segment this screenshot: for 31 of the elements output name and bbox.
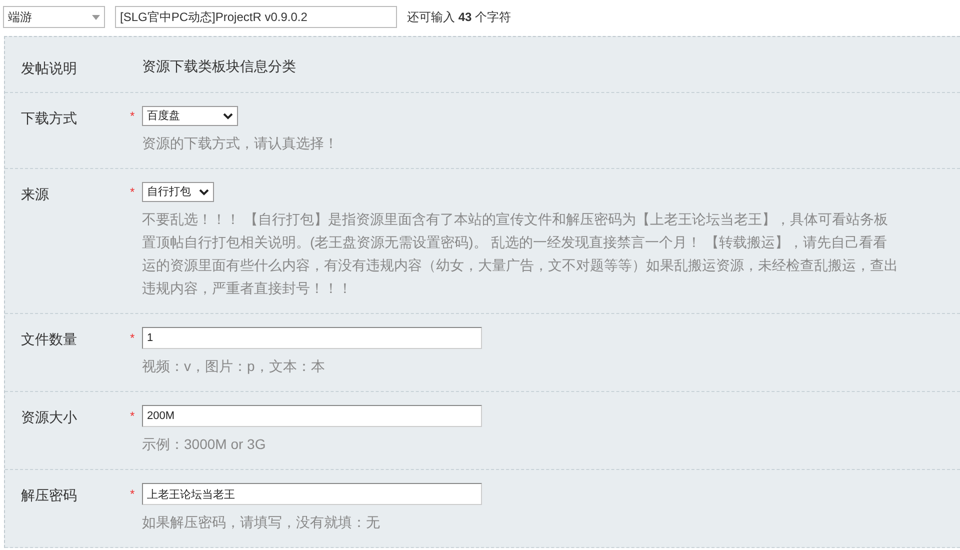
text-input[interactable]: 200M xyxy=(142,405,482,427)
required-mark: * xyxy=(130,185,135,199)
character-counter: 还可输入 43 个字符 xyxy=(407,9,512,26)
hint-text: 违规内容，严重者直接封号！！！ xyxy=(142,279,353,298)
required-mark: * xyxy=(130,487,135,501)
hint-text: 运的资源里面有些什么内容，有没有违规内容（幼女，大量广告，文不对题等等）如果乱搬运资源，未经检查乱搬运，查出 xyxy=(142,256,898,275)
hint-text: 示例：3000M or 3G xyxy=(142,435,267,454)
title-input[interactable]: [SLG官中PC动态]ProjectR v0.9.0.2 xyxy=(115,6,397,28)
required-mark: * xyxy=(130,409,135,423)
required-mark: * xyxy=(130,109,135,123)
field-label: 发帖说明 xyxy=(20,59,78,78)
hint-text: 资源的下载方式，请认真选择！ xyxy=(142,134,338,153)
field-label: 来源 xyxy=(20,185,50,204)
field-label: 文件数量 xyxy=(20,330,78,349)
field-label: 解压密码 xyxy=(20,486,78,505)
hint-text: 不要乱选！！！ 【自行打包】是指资源里面含有了本站的宣传文件和解压密码为【上老王论坛当老王】，具体可看站务板 xyxy=(142,210,889,229)
category-dropdown[interactable]: 端游 xyxy=(3,6,105,28)
required-mark: * xyxy=(130,331,135,345)
field-label: 资源大小 xyxy=(20,408,78,427)
dropdown[interactable]: 自行打包 xyxy=(142,182,214,202)
hint-text: 置顶帖自行打包相关说明。(老王盘资源无需设置密码)。 乱选的一经发现直接禁言一个月！ 【转载搬运】，请先自己看看 xyxy=(142,233,888,252)
text-input[interactable]: 1 xyxy=(142,327,482,349)
chevron-down-icon xyxy=(199,188,209,196)
field-label: 下载方式 xyxy=(20,109,78,128)
text-input[interactable]: 上老王论坛当老王 xyxy=(142,483,482,505)
info-text: 资源下载类板块信息分类 xyxy=(142,57,296,76)
chevron-down-icon xyxy=(223,112,233,120)
dropdown[interactable]: 百度盘 xyxy=(142,106,238,126)
caret-icon xyxy=(92,14,100,20)
hint-text: 如果解压密码，请填写，没有就填：无 xyxy=(142,513,381,532)
hint-text: 视频：v，图片：p，文本：本 xyxy=(142,357,326,376)
